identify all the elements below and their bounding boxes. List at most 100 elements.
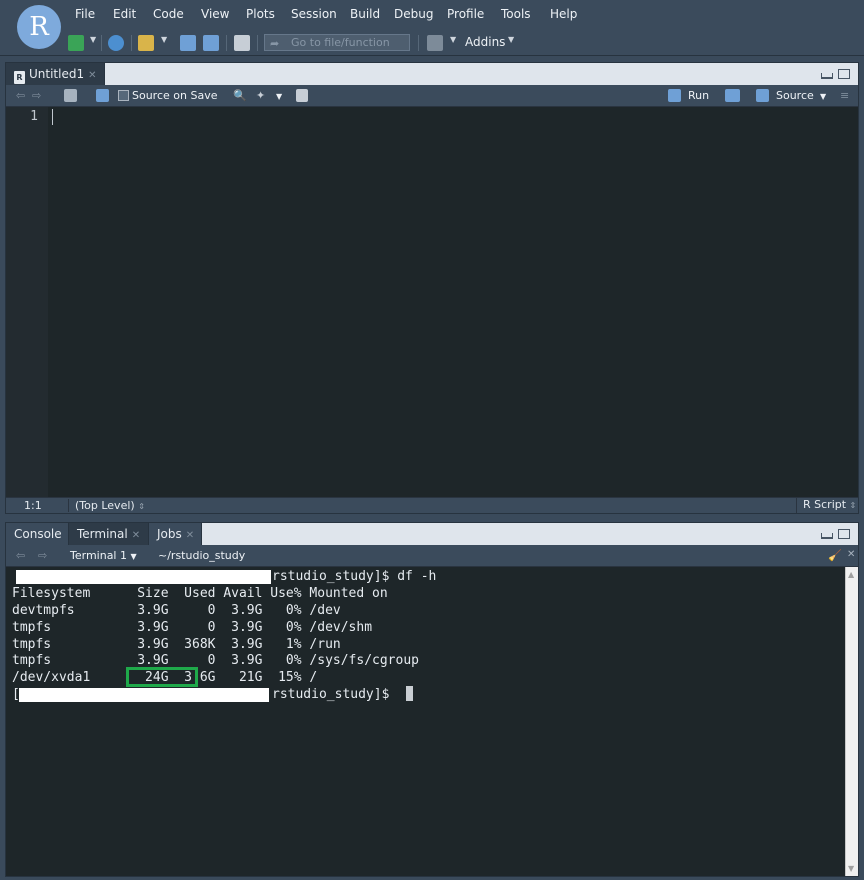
arrow-right-icon: ➦ xyxy=(270,37,280,50)
menu-build[interactable]: Build xyxy=(350,7,380,21)
console-tabbar: Console Terminal ✕ Jobs ✕ xyxy=(6,523,858,545)
back-arrow-icon[interactable]: ⇦ xyxy=(16,549,25,562)
close-icon[interactable]: ✕ xyxy=(847,549,855,560)
minimize-pane-icon[interactable] xyxy=(821,533,833,539)
rerun-icon[interactable] xyxy=(725,89,740,102)
close-icon[interactable]: ✕ xyxy=(88,70,96,81)
maximize-pane-icon[interactable] xyxy=(838,529,850,539)
chevron-down-icon[interactable]: ▼ xyxy=(161,35,167,44)
scroll-down-icon[interactable]: ▼ xyxy=(848,864,854,873)
search-icon[interactable]: 🔍 xyxy=(233,89,247,102)
source-icon[interactable] xyxy=(756,89,769,102)
back-arrow-icon[interactable]: ⇦ xyxy=(16,89,25,102)
menu-file[interactable]: File xyxy=(75,7,95,21)
new-project-icon[interactable] xyxy=(108,35,124,51)
source-button[interactable]: Source xyxy=(776,89,814,102)
forward-arrow-icon[interactable]: ⇨ xyxy=(32,89,41,102)
file-type-selector[interactable]: R Script ⇕ xyxy=(796,498,858,513)
size-highlight-box xyxy=(126,667,198,687)
toolbar-separator xyxy=(101,35,102,51)
editor-tab-title: Untitled1 xyxy=(29,67,85,81)
text-cursor xyxy=(52,109,53,125)
maximize-pane-icon[interactable] xyxy=(838,69,850,79)
open-file-icon[interactable] xyxy=(138,35,154,51)
file-type-label: R Script xyxy=(803,498,847,511)
source-on-save-checkbox[interactable] xyxy=(118,90,129,101)
terminal-output[interactable]: rstudio_study]$ df -h Filesystem Size Us… xyxy=(6,567,858,876)
outline-icon[interactable]: ≡ xyxy=(840,89,849,102)
chevron-updown-icon: ⇕ xyxy=(138,502,145,511)
tab-console[interactable]: Console xyxy=(6,523,69,545)
source-editor-pane: R Untitled1 ✕ ⇦ ⇨ Source on Save 🔍 ✦ ▼ Run… xyxy=(5,62,859,514)
forward-arrow-icon[interactable]: ⇨ xyxy=(38,549,47,562)
scope-label: (Top Level) xyxy=(75,499,135,512)
source-on-save-label: Source on Save xyxy=(132,89,218,102)
minimize-pane-icon[interactable] xyxy=(821,73,833,79)
console-pane: Console Terminal ✕ Jobs ✕ ⇦ ⇨ Terminal 1 ▼… xyxy=(5,522,859,877)
working-directory: ~/rstudio_study xyxy=(158,549,246,562)
menu-plots[interactable]: Plots xyxy=(246,7,275,21)
terminal-line: tmpfs 3.9G 0 3.9G 0% /sys/fs/cgroup xyxy=(12,653,419,668)
new-file-icon[interactable] xyxy=(68,35,84,51)
redacted-prompt xyxy=(16,570,271,584)
chevron-down-icon[interactable]: ▼ xyxy=(820,92,826,101)
show-in-window-icon[interactable] xyxy=(64,89,77,102)
toolbar-separator xyxy=(226,35,227,51)
terminal-scrollbar[interactable]: ▲ ▼ xyxy=(845,567,858,876)
line-gutter: 1 xyxy=(6,107,48,497)
menu-code[interactable]: Code xyxy=(153,7,184,21)
terminal-line: devtmpfs 3.9G 0 3.9G 0% /dev xyxy=(12,603,341,618)
scroll-up-icon[interactable]: ▲ xyxy=(848,570,854,579)
close-icon[interactable]: ✕ xyxy=(132,530,140,541)
save-icon[interactable] xyxy=(180,35,196,51)
terminal-line: tmpfs 3.9G 0 3.9G 0% /dev/shm xyxy=(12,620,373,635)
tab-untitled1[interactable]: R Untitled1 ✕ xyxy=(6,63,105,85)
compile-report-icon[interactable] xyxy=(296,89,308,102)
chevron-down-icon[interactable]: ▼ xyxy=(276,92,282,101)
run-icon[interactable] xyxy=(668,89,681,102)
cursor-position: 1:1 xyxy=(24,499,42,512)
terminal-line: tmpfs 3.9G 368K 3.9G 1% /run xyxy=(12,637,341,652)
toolbar-separator xyxy=(418,35,419,51)
menu-profile[interactable]: Profile xyxy=(447,7,484,21)
chevron-down-icon: ▼ xyxy=(130,552,137,561)
save-icon[interactable] xyxy=(96,89,109,102)
go-to-file-input[interactable]: ➦ Go to file/function xyxy=(264,34,410,51)
menu-debug[interactable]: Debug xyxy=(394,7,433,21)
print-icon[interactable] xyxy=(234,35,250,51)
terminal-line: rstudio_study]$ df -h xyxy=(272,569,437,584)
close-icon[interactable]: ✕ xyxy=(186,530,194,541)
terminal-line: Filesystem Size Used Avail Use% Mounted … xyxy=(12,586,388,601)
grid-layout-icon[interactable] xyxy=(427,35,443,51)
chevron-down-icon[interactable]: ▼ xyxy=(450,35,456,44)
toolbar-separator xyxy=(257,35,258,51)
editor-toolbar: ⇦ ⇨ Source on Save 🔍 ✦ ▼ Run Source ▼ ≡ xyxy=(6,85,858,107)
redacted-prompt xyxy=(19,688,269,702)
addins-button[interactable]: Addins xyxy=(465,35,505,49)
tab-jobs-label: Jobs xyxy=(157,527,182,541)
code-editor[interactable]: 1 xyxy=(6,107,858,497)
terminal-selector-label: Terminal 1 xyxy=(70,549,127,562)
terminal-line: rstudio_study]$ xyxy=(272,687,390,702)
run-button[interactable]: Run xyxy=(688,89,709,102)
chevron-down-icon[interactable]: ▼ xyxy=(508,35,514,44)
menu-help[interactable]: Help xyxy=(550,7,577,21)
menu-tools[interactable]: Tools xyxy=(501,7,531,21)
terminal-cursor xyxy=(406,686,413,701)
terminal-toolbar: ⇦ ⇨ Terminal 1 ▼ ~/rstudio_study 🧹 ✕ xyxy=(6,545,858,567)
magic-wand-icon[interactable]: ✦ xyxy=(256,89,265,102)
tab-jobs[interactable]: Jobs ✕ xyxy=(149,523,202,545)
main-toolbar: ▼ ▼ ▼ ▼ xyxy=(0,30,864,56)
editor-tabbar: R Untitled1 ✕ xyxy=(6,63,858,85)
menu-bar: File Edit Code View Plots Session Build … xyxy=(0,0,864,30)
toolbar-separator xyxy=(131,35,132,51)
chevron-down-icon[interactable]: ▼ xyxy=(90,35,96,44)
scope-selector[interactable]: (Top Level) ⇕ xyxy=(68,499,145,512)
menu-view[interactable]: View xyxy=(201,7,229,21)
menu-session[interactable]: Session xyxy=(291,7,337,21)
terminal-selector[interactable]: Terminal 1 ▼ xyxy=(70,549,137,562)
menu-edit[interactable]: Edit xyxy=(113,7,136,21)
clear-broom-icon[interactable]: 🧹 xyxy=(828,549,842,562)
save-all-icon[interactable] xyxy=(203,35,219,51)
tab-terminal[interactable]: Terminal ✕ xyxy=(69,523,149,545)
